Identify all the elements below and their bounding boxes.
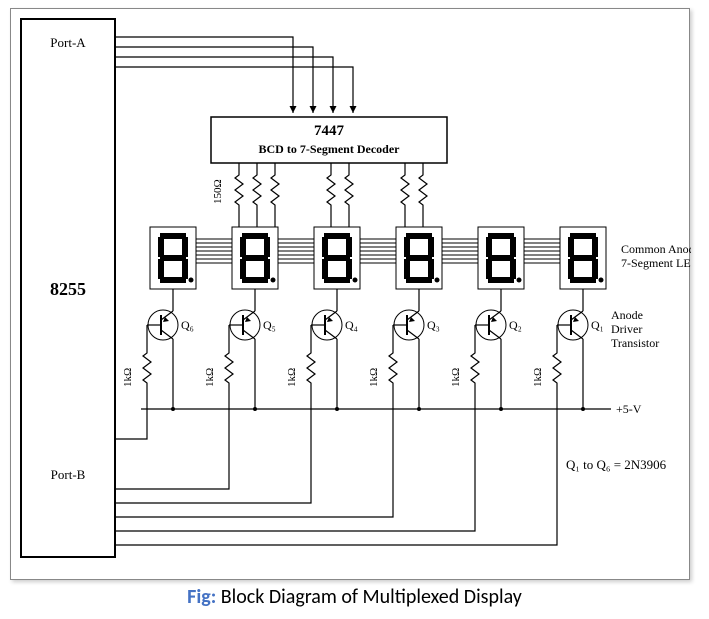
segment-bus [151, 239, 601, 263]
transistor-note: Q₁ to Q₆ = 2N3906 [566, 457, 667, 472]
anode-lines [173, 289, 583, 311]
q5-label: Q₅ [263, 318, 276, 332]
caption-label: Fig: [187, 585, 216, 609]
r1k-4: 1kΩ [368, 368, 380, 387]
r1k-3: 1kΩ [286, 368, 298, 387]
supply-label: +5-V [616, 402, 642, 416]
r1k-2: 1kΩ [204, 368, 216, 387]
decoder-title: 7447 [314, 123, 345, 139]
decoder-subtitle: BCD to 7-Segment Decoder [259, 142, 401, 156]
q3-label: Q₃ [427, 318, 440, 332]
caption-text: Block Diagram of Multiplexed Display [216, 585, 522, 609]
port-a-bus [115, 37, 353, 113]
resistor-150-label: 150Ω [212, 179, 224, 204]
driver-label-3: Transistor [611, 336, 659, 350]
driver-label-2: Driver [611, 322, 642, 336]
displays [150, 227, 606, 289]
circuit-svg: 8255 Port-A Port-B 7447 BCD to 7-Segment… [11, 9, 691, 581]
q4-label: Q₄ [345, 318, 358, 332]
r1k-1: 1kΩ [122, 368, 134, 387]
diagram-frame: 8255 Port-A Port-B 7447 BCD to 7-Segment… [10, 8, 690, 580]
r1k-6: 1kΩ [532, 368, 544, 387]
led-label-1: Common Anode [621, 242, 691, 256]
led-label-2: 7-Segment LEDs [621, 256, 691, 270]
port-a-label: Port-A [50, 35, 86, 50]
q6-label: Q₆ [181, 318, 194, 332]
port-b-label: Port-B [51, 467, 86, 482]
r1k-5: 1kΩ [450, 368, 462, 387]
q2-label: Q₂ [509, 318, 522, 332]
driver-label-1: Anode [611, 308, 643, 322]
q1-label: Q₁ [591, 318, 604, 332]
figure-caption: Fig: Block Diagram of Multiplexed Displa… [0, 585, 709, 609]
chip-8255-label: 8255 [50, 279, 86, 299]
